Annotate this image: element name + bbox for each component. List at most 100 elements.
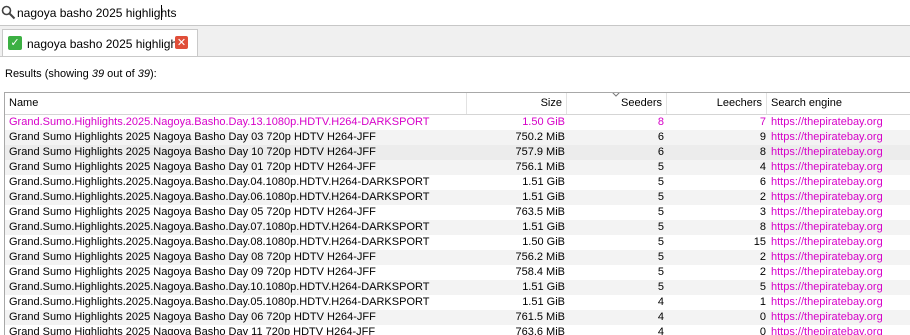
table-row[interactable]: Grand Sumo Highlights 2025 Nagoya Basho … [5, 250, 910, 265]
tab-label: nagoya basho 2025 highlights [27, 37, 187, 51]
cell-search-engine: https://thepiratebay.org [771, 131, 883, 143]
table-row[interactable]: Grand.Sumo.Highlights.2025.Nagoya.Basho.… [5, 235, 910, 250]
cell-seeders: 8 [657, 116, 664, 128]
cell-seeders: 5 [657, 251, 664, 263]
tab-strip: ✓ nagoya basho 2025 highlights ✕ [0, 26, 910, 57]
column-header-size[interactable]: Size [467, 93, 567, 114]
table-row[interactable]: Grand Sumo Highlights 2025 Nagoya Basho … [5, 160, 910, 175]
cell-seeders: 4 [657, 296, 664, 308]
cell-size: 750.2 MiB [515, 131, 565, 143]
cell-size: 1.51 GiB [522, 191, 565, 203]
table-body: Grand.Sumo.Highlights.2025.Nagoya.Basho.… [5, 115, 910, 335]
search-input[interactable] [17, 3, 897, 22]
cell-size: 758.4 MiB [515, 266, 565, 278]
table-row[interactable]: Grand.Sumo.Highlights.2025.Nagoya.Basho.… [5, 115, 910, 130]
results-table: Name Size Seeders Leechers Search engine… [4, 92, 910, 335]
cell-leechers: 4 [759, 161, 766, 173]
cell-size: 756.1 MiB [515, 161, 565, 173]
cell-leechers: 8 [759, 146, 766, 158]
column-header-search-engine[interactable]: Search engine [767, 93, 910, 114]
close-icon[interactable]: ✕ [175, 36, 188, 49]
cell-size: 1.50 GiB [522, 236, 565, 248]
cell-name: Grand.Sumo.Highlights.2025.Nagoya.Basho.… [9, 236, 430, 248]
cell-seeders: 4 [657, 326, 664, 335]
cell-name: Grand Sumo Highlights 2025 Nagoya Basho … [9, 251, 376, 263]
cell-seeders: 5 [657, 266, 664, 278]
cell-seeders: 5 [657, 281, 664, 293]
cell-search-engine: https://thepiratebay.org [771, 191, 883, 203]
table-row[interactable]: Grand.Sumo.Highlights.2025.Nagoya.Basho.… [5, 190, 910, 205]
table-row[interactable]: Grand Sumo Highlights 2025 Nagoya Basho … [5, 265, 910, 280]
cell-search-engine: https://thepiratebay.org [771, 326, 883, 335]
cell-name: Grand Sumo Highlights 2025 Nagoya Basho … [9, 266, 376, 278]
cell-seeders: 5 [657, 221, 664, 233]
cell-name: Grand.Sumo.Highlights.2025.Nagoya.Basho.… [9, 191, 430, 203]
cell-seeders: 6 [657, 131, 664, 143]
cell-name: Grand Sumo Highlights 2025 Nagoya Basho … [9, 146, 376, 158]
cell-name: Grand.Sumo.Highlights.2025.Nagoya.Basho.… [9, 296, 430, 308]
cell-leechers: 6 [759, 176, 766, 188]
table-row[interactable]: Grand Sumo Highlights 2025 Nagoya Basho … [5, 310, 910, 325]
tab-search-result[interactable]: ✓ nagoya basho 2025 highlights ✕ [2, 29, 198, 56]
cell-leechers: 1 [759, 296, 766, 308]
cell-leechers: 15 [753, 236, 766, 248]
cell-search-engine: https://thepiratebay.org [771, 161, 883, 173]
table-row[interactable]: Grand.Sumo.Highlights.2025.Nagoya.Basho.… [5, 280, 910, 295]
column-header-leechers[interactable]: Leechers [667, 93, 767, 114]
cell-seeders: 6 [657, 146, 664, 158]
cell-leechers: 0 [759, 326, 766, 335]
table-row[interactable]: Grand Sumo Highlights 2025 Nagoya Basho … [5, 325, 910, 335]
results-prefix: Results (showing [5, 68, 92, 80]
results-total: 39 [137, 68, 150, 80]
cell-size: 1.51 GiB [522, 281, 565, 293]
sort-descending-icon [612, 93, 620, 97]
cell-leechers: 2 [759, 251, 766, 263]
cell-search-engine: https://thepiratebay.org [771, 296, 883, 308]
cell-size: 1.51 GiB [522, 296, 565, 308]
cell-name: Grand Sumo Highlights 2025 Nagoya Basho … [9, 206, 376, 218]
cell-name: Grand Sumo Highlights 2025 Nagoya Basho … [9, 311, 376, 323]
cell-name: Grand.Sumo.Highlights.2025.Nagoya.Basho.… [9, 221, 430, 233]
cell-search-engine: https://thepiratebay.org [771, 311, 883, 323]
text-caret [161, 5, 162, 20]
cell-search-engine: https://thepiratebay.org [771, 251, 883, 263]
cell-leechers: 2 [759, 191, 766, 203]
cell-size: 757.9 MiB [515, 146, 565, 158]
table-row[interactable]: Grand Sumo Highlights 2025 Nagoya Basho … [5, 145, 910, 160]
results-middle: out of [104, 68, 138, 80]
cell-name: Grand.Sumo.Highlights.2025.Nagoya.Basho.… [9, 116, 430, 128]
magnifier-icon [1, 5, 16, 20]
table-row[interactable]: Grand.Sumo.Highlights.2025.Nagoya.Basho.… [5, 295, 910, 310]
cell-leechers: 0 [759, 311, 766, 323]
cell-seeders: 5 [657, 176, 664, 188]
cell-search-engine: https://thepiratebay.org [771, 236, 883, 248]
cell-leechers: 8 [759, 221, 766, 233]
cell-seeders: 5 [657, 236, 664, 248]
results-shown: 39 [91, 68, 105, 80]
cell-size: 1.51 GiB [522, 176, 565, 188]
cell-leechers: 9 [759, 131, 766, 143]
cell-name: Grand Sumo Highlights 2025 Nagoya Basho … [9, 161, 376, 173]
table-header: Name Size Seeders Leechers Search engine [5, 93, 910, 115]
cell-size: 1.50 GiB [522, 116, 565, 128]
cell-search-engine: https://thepiratebay.org [771, 146, 883, 158]
search-bar [0, 0, 910, 26]
check-icon: ✓ [8, 36, 22, 50]
table-row[interactable]: Grand.Sumo.Highlights.2025.Nagoya.Basho.… [5, 220, 910, 235]
cell-size: 756.2 MiB [515, 251, 565, 263]
table-row[interactable]: Grand Sumo Highlights 2025 Nagoya Basho … [5, 205, 910, 220]
table-row[interactable]: Grand Sumo Highlights 2025 Nagoya Basho … [5, 130, 910, 145]
cell-search-engine: https://thepiratebay.org [771, 221, 883, 233]
cell-search-engine: https://thepiratebay.org [771, 206, 883, 218]
cell-size: 763.6 MiB [515, 326, 565, 335]
cell-name: Grand Sumo Highlights 2025 Nagoya Basho … [9, 326, 376, 335]
cell-seeders: 5 [657, 161, 664, 173]
cell-search-engine: https://thepiratebay.org [771, 266, 883, 278]
cell-seeders: 5 [657, 191, 664, 203]
table-row[interactable]: Grand.Sumo.Highlights.2025.Nagoya.Basho.… [5, 175, 910, 190]
cell-size: 761.5 MiB [515, 311, 565, 323]
cell-seeders: 5 [657, 206, 664, 218]
column-header-name[interactable]: Name [5, 93, 467, 114]
results-suffix: ): [149, 68, 157, 80]
cell-leechers: 3 [759, 206, 766, 218]
